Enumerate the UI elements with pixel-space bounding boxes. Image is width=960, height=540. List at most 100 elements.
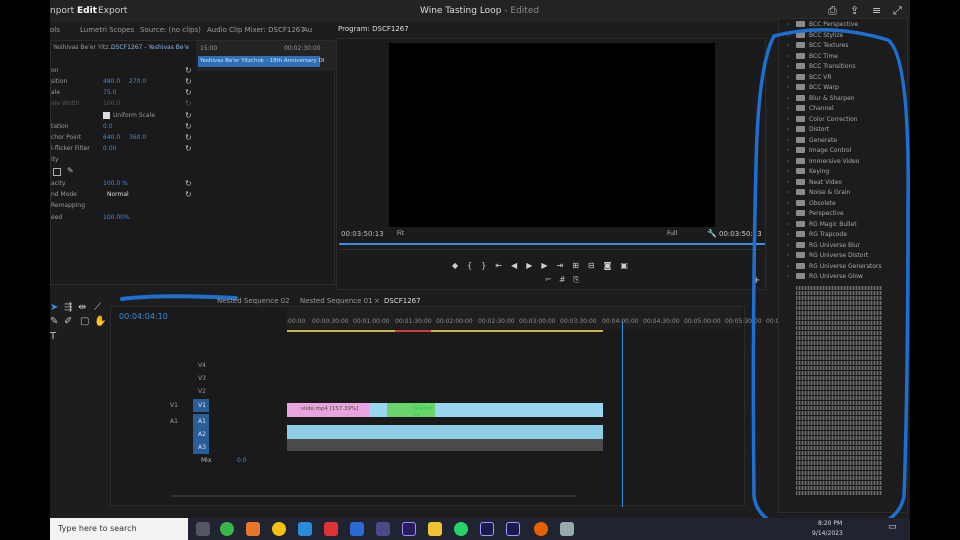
smeared-effect-row[interactable]: [796, 411, 882, 415]
track-v4[interactable]: V4: [198, 362, 206, 374]
smeared-effect-row[interactable]: [796, 441, 882, 445]
tab-audio[interactable]: Au: [303, 26, 312, 34]
premiere-pro-icon[interactable]: [402, 522, 416, 536]
reset-icon[interactable]: ↻: [185, 66, 192, 75]
smeared-effect-row[interactable]: [796, 336, 882, 340]
track-a2[interactable]: A2: [198, 431, 206, 443]
smeared-effect-row[interactable]: [796, 361, 882, 365]
smeared-effect-row[interactable]: [796, 471, 882, 475]
reset-icon[interactable]: ↻: [185, 122, 192, 131]
program-title[interactable]: Program: DSCF1267: [338, 25, 409, 33]
program-scrubber[interactable]: [339, 243, 765, 245]
out-point-icon[interactable]: }: [481, 261, 495, 270]
marker-icon[interactable]: ◆: [452, 261, 467, 270]
smeared-effect-row[interactable]: [796, 491, 882, 495]
grid-icon[interactable]: #: [559, 275, 566, 284]
task-view-icon[interactable]: [196, 522, 210, 536]
mix-value[interactable]: 0.0: [237, 457, 247, 464]
rectangle-tool-icon[interactable]: ▢: [80, 316, 89, 327]
antiflicker-value[interactable]: 0.00: [103, 145, 116, 156]
playhead-line[interactable]: [622, 321, 623, 507]
pen-tool-icon[interactable]: ✎: [50, 316, 58, 327]
selection-tool-icon[interactable]: ➤: [50, 302, 58, 313]
smeared-effect-row[interactable]: [796, 456, 882, 460]
smeared-effect-row[interactable]: [796, 426, 882, 430]
smeared-effect-row[interactable]: [796, 416, 882, 420]
red-app-icon[interactable]: [324, 522, 338, 536]
goto-in-icon[interactable]: ⇤: [495, 261, 511, 270]
ripple-edit-icon[interactable]: ⇹: [78, 302, 86, 313]
step-forward-icon[interactable]: ▶: [541, 261, 556, 270]
reset-icon[interactable]: ↻: [185, 144, 192, 153]
in-point-icon[interactable]: {: [467, 261, 481, 270]
play-icon[interactable]: ▶: [526, 261, 541, 270]
smeared-effect-row[interactable]: [796, 291, 882, 295]
source-patch-a1[interactable]: A1: [170, 418, 178, 430]
smeared-effect-row[interactable]: [796, 351, 882, 355]
tab-lumetri-scopes[interactable]: Lumetri Scopes: [80, 26, 134, 34]
smeared-effect-row[interactable]: [796, 316, 882, 320]
track-select-icon[interactable]: ⇶: [64, 302, 72, 313]
pencil-icon[interactable]: ✐: [64, 316, 72, 327]
smeared-effect-row[interactable]: [796, 306, 882, 310]
tab-audio-clip-mixer[interactable]: Audio Clip Mixer: DSCF1267: [207, 26, 305, 34]
source-patch-v1[interactable]: V1: [170, 402, 178, 414]
tab-effect-controls[interactable]: ols: [50, 26, 60, 34]
razor-icon[interactable]: ⟋: [94, 302, 101, 313]
blend-mode-select[interactable]: Normal: [107, 191, 129, 202]
quick-export-icon[interactable]: ⎙: [828, 4, 837, 18]
clock-time[interactable]: 8:20 PM: [818, 520, 842, 527]
tab-nested-seq-01[interactable]: Nested Sequence 01: [300, 297, 373, 305]
tab-source[interactable]: Source: (no clips): [140, 26, 201, 34]
goto-out-icon[interactable]: ⇥: [557, 261, 573, 270]
position-x[interactable]: 480.0: [103, 78, 120, 89]
smeared-effect-row[interactable]: [796, 286, 882, 290]
program-timecode-left[interactable]: 00:03:50:13: [341, 230, 384, 238]
menu-import[interactable]: nport: [50, 6, 74, 16]
smeared-effect-row[interactable]: [796, 346, 882, 350]
close-tab-icon[interactable]: ×: [374, 297, 380, 305]
pen-icon[interactable]: ✎: [67, 166, 74, 175]
compare-icon[interactable]: ▣: [620, 261, 637, 270]
anchor-x[interactable]: 640.0: [103, 134, 120, 145]
ctp-app-icon[interactable]: [350, 522, 364, 536]
onedrive-icon[interactable]: [298, 522, 312, 536]
smeared-effect-row[interactable]: [796, 481, 882, 485]
hand-tool-icon[interactable]: ✋: [94, 316, 106, 327]
mask-rect-icon[interactable]: [53, 168, 61, 176]
export-frame-icon[interactable]: ⎘: [573, 275, 579, 285]
whatsapp-icon[interactable]: [454, 522, 468, 536]
smeared-effect-row[interactable]: [796, 371, 882, 375]
search-app-icon[interactable]: [246, 522, 260, 536]
smeared-effect-row[interactable]: [796, 331, 882, 335]
fullscreen-icon[interactable]: ⤢: [893, 4, 902, 18]
quality-select[interactable]: Full: [667, 230, 677, 237]
mini-clip[interactable]: Yeshivas Be'er Yitzchok - 18th Anniversa…: [198, 56, 324, 67]
smeared-effect-row[interactable]: [796, 436, 882, 440]
rotation-value[interactable]: 0.0: [103, 123, 113, 134]
smeared-effect-row[interactable]: [796, 431, 882, 435]
timeline-scrollbar[interactable]: [171, 495, 576, 497]
smeared-effect-row[interactable]: [796, 401, 882, 405]
media-encoder-icon[interactable]: [506, 522, 520, 536]
blue-app-icon[interactable]: [376, 522, 390, 536]
uniform-scale-checkbox[interactable]: [103, 112, 110, 119]
insert-icon[interactable]: ⊞: [572, 261, 588, 270]
smeared-effect-row[interactable]: [796, 406, 882, 410]
timeline-playhead-timecode[interactable]: 00:04:04:10: [119, 312, 168, 321]
step-back-icon[interactable]: ◀: [511, 261, 526, 270]
track-v1[interactable]: V1: [198, 402, 206, 414]
notification-icon[interactable]: ▭: [888, 522, 897, 532]
scale-value[interactable]: 75.0: [103, 89, 116, 100]
speed-value[interactable]: 100.00%: [103, 214, 130, 225]
smeared-effect-row[interactable]: [796, 391, 882, 395]
smeared-effect-row[interactable]: [796, 366, 882, 370]
track-v3[interactable]: V3: [198, 375, 206, 387]
file-explorer-icon[interactable]: [428, 522, 442, 536]
slide-clip[interactable]: slide.mp4 [157.39%]: [287, 403, 369, 417]
smeared-effect-row[interactable]: [796, 341, 882, 345]
track-a1[interactable]: A1: [198, 418, 206, 430]
reset-icon[interactable]: ↻: [185, 111, 192, 120]
opacity-value[interactable]: 100.0 %: [103, 180, 128, 191]
wrench-icon[interactable]: 🔧: [707, 229, 717, 238]
